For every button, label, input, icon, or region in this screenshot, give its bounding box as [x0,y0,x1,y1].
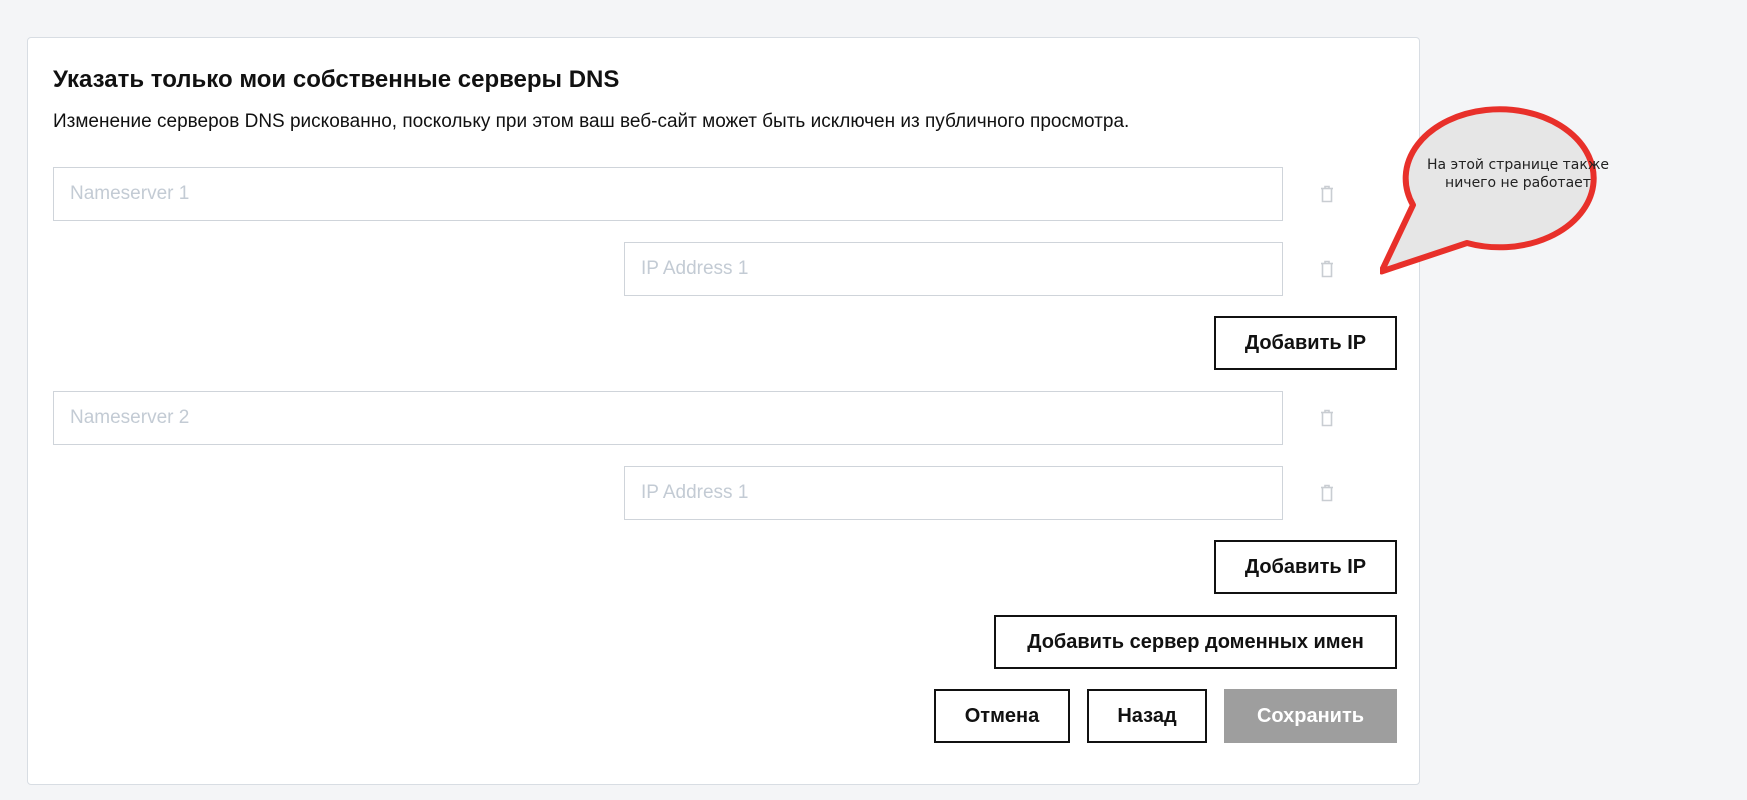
trash-icon[interactable] [1314,256,1340,282]
section-description: Изменение серверов DNS рискованно, поско… [53,111,1130,132]
nameserver-1-input[interactable] [53,167,1283,221]
speech-bubble-line-1: На этой странице также [1426,157,1610,173]
dns-settings-card: Указать только мои собственные серверы D… [27,37,1420,785]
add-ip-button-1[interactable]: Добавить IP [1214,316,1397,370]
trash-icon[interactable] [1314,181,1340,207]
section-title: Указать только мои собственные серверы D… [53,66,620,93]
nameserver-1-ip-1-input[interactable] [624,242,1283,296]
trash-icon[interactable] [1314,405,1340,431]
nameserver-2-ip-1-input[interactable] [624,466,1283,520]
trash-icon[interactable] [1314,480,1340,506]
add-nameserver-button[interactable]: Добавить сервер доменных имен [994,615,1397,669]
back-button[interactable]: Назад [1087,689,1207,743]
cancel-button[interactable]: Отмена [934,689,1070,743]
save-button[interactable]: Сохранить [1224,689,1397,743]
nameserver-2-input[interactable] [53,391,1283,445]
speech-bubble-line-2: ничего не работает [1445,175,1591,191]
add-ip-button-2[interactable]: Добавить IP [1214,540,1397,594]
speech-bubble-text: На этой странице также ничего не работае… [1413,156,1623,192]
